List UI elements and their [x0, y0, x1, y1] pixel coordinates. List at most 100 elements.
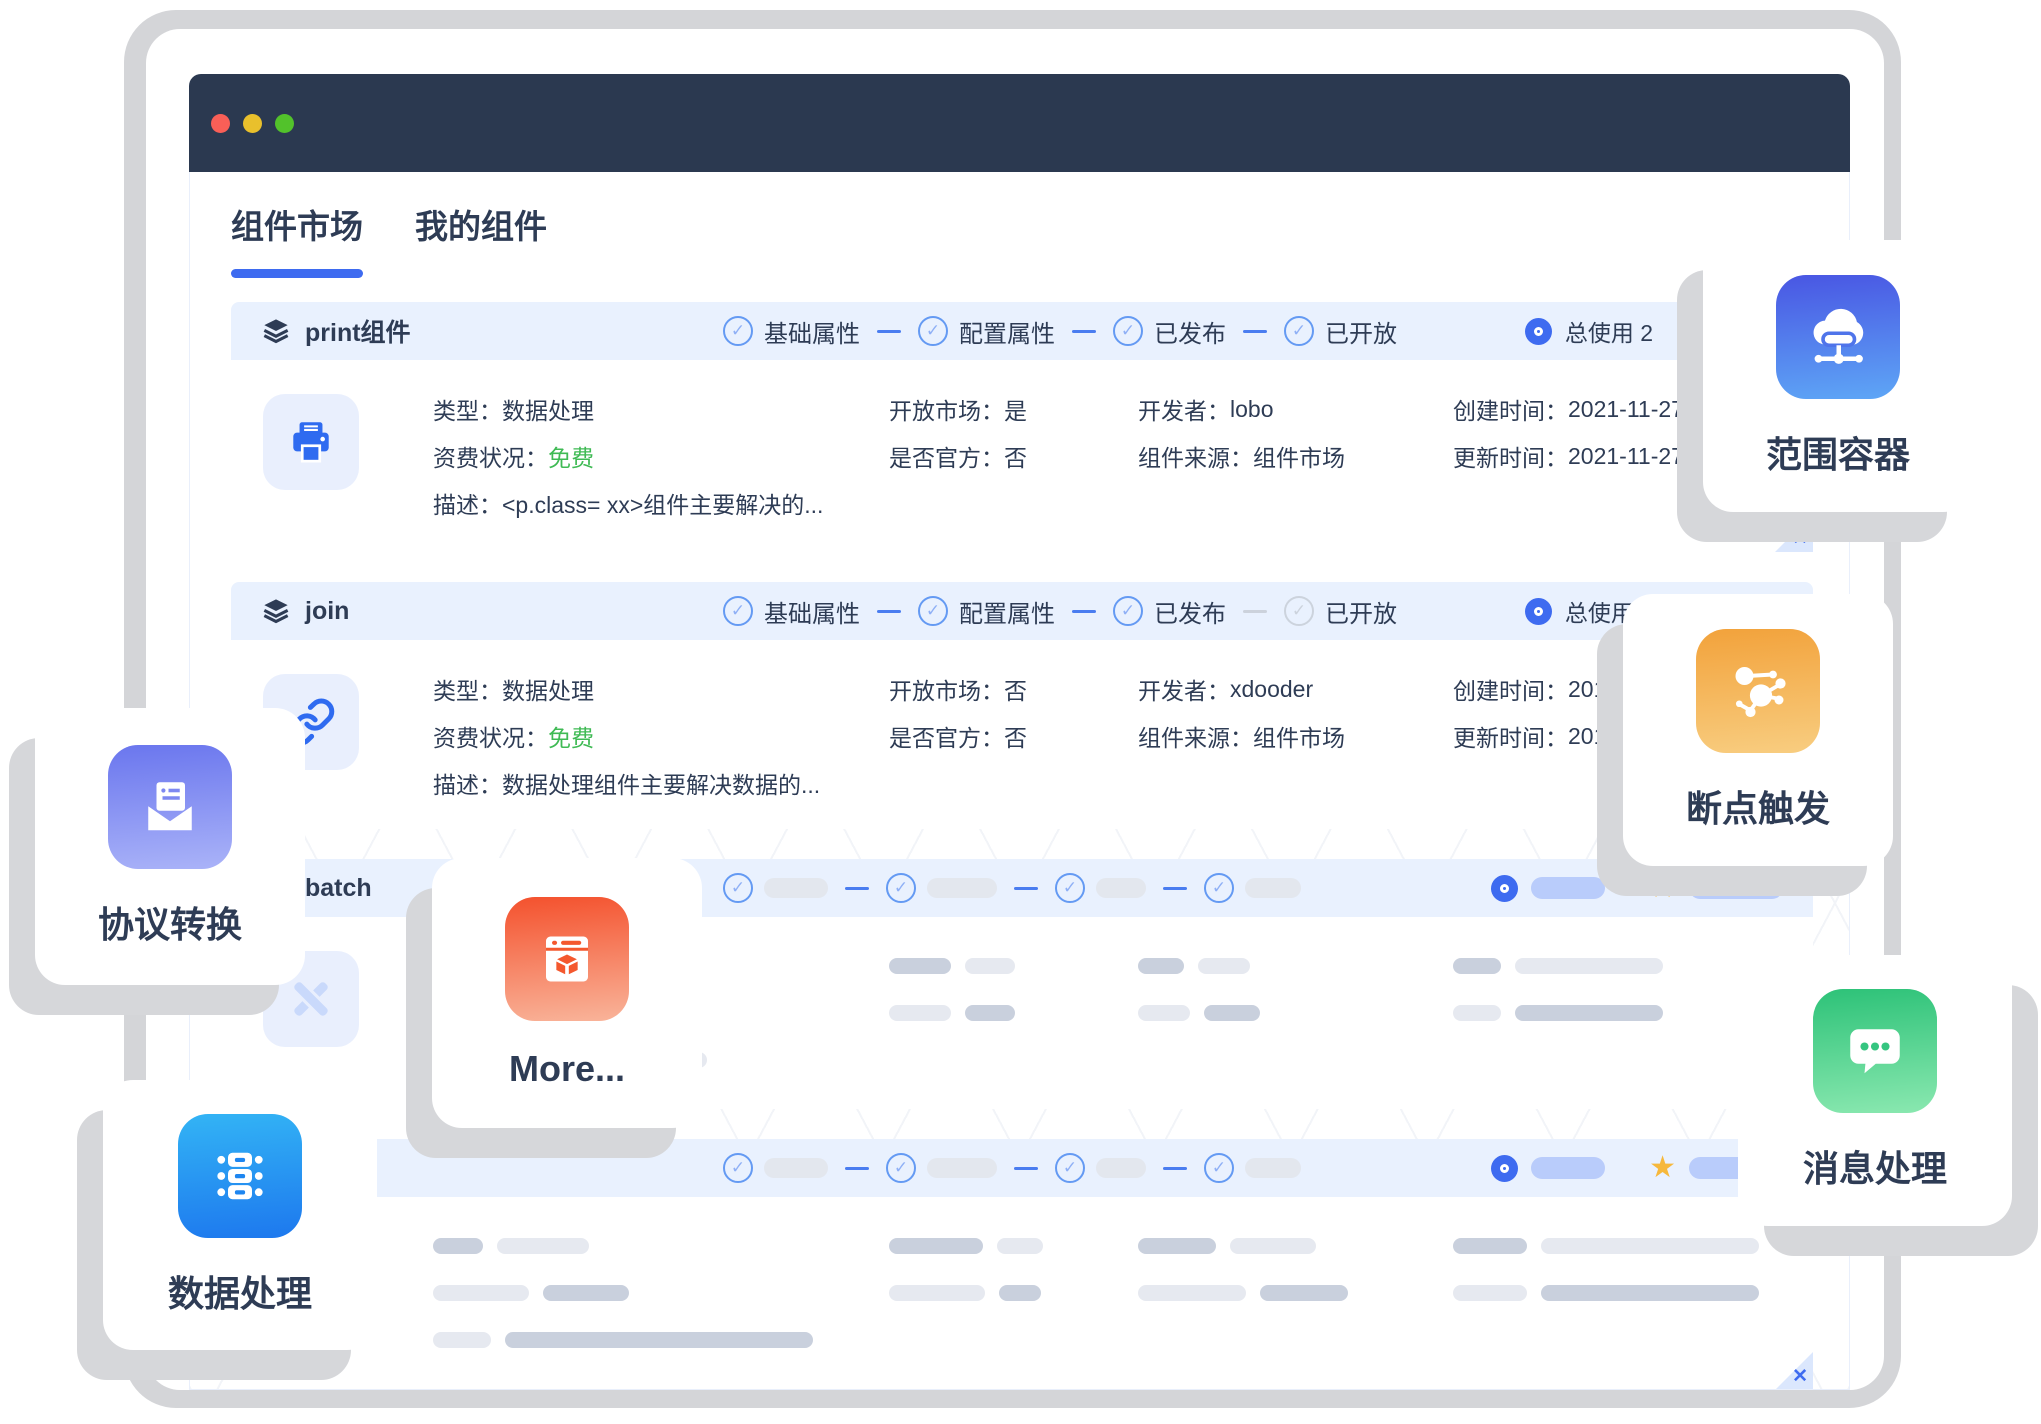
step-basic: ✓基础属性	[723, 314, 860, 349]
field-type: 类型：数据处理	[433, 674, 889, 704]
status-steps: ✓基础属性 ✓配置属性 ✓已发布 ✓已开放	[723, 594, 1397, 629]
check-circle-icon: ✓	[1204, 1153, 1234, 1183]
check-circle-icon: ✓	[1055, 1153, 1085, 1183]
step-connector	[1243, 610, 1267, 613]
step-connector	[877, 330, 901, 333]
placeholder-row	[1138, 998, 1453, 1028]
component-card-placeholder[interactable]: ✓ ✓ ✓ ✓ ★	[231, 1139, 1813, 1390]
star-icon: ★	[1649, 1153, 1676, 1183]
step-connector	[1014, 887, 1038, 890]
component-name: batch	[305, 874, 372, 903]
placeholder-row	[433, 1278, 889, 1308]
status-steps: ✓ ✓ ✓ ✓	[723, 873, 1301, 903]
feature-label: More...	[509, 1048, 625, 1090]
maximize-window-button[interactable]	[275, 114, 294, 133]
step-basic: ✓基础属性	[723, 594, 860, 629]
card-header: print组件 ✓基础属性 ✓配置属性 ✓已发布 ✓已开放 总使用 2 ★ 总评	[231, 302, 1813, 360]
close-icon[interactable]: ✕	[1792, 1365, 1808, 1388]
feature-card-more[interactable]: More...	[432, 858, 702, 1128]
minimize-window-button[interactable]	[243, 114, 262, 133]
star-icon: ★	[1649, 873, 1676, 903]
chat-bubble-icon	[1813, 989, 1937, 1113]
design-tools-icon	[285, 973, 337, 1025]
step-connector	[1072, 610, 1096, 613]
field-official: 是否官方：否	[889, 721, 1138, 751]
check-circle-icon: ✓	[886, 873, 916, 903]
field-columns	[433, 1231, 1813, 1355]
data-server-icon	[178, 1114, 302, 1238]
feature-label: 消息处理	[1803, 1140, 1947, 1192]
step-placeholder: ✓	[1204, 1153, 1301, 1183]
component-card-join[interactable]: join ✓基础属性 ✓配置属性 ✓已发布 ✓已开放 总使用 6 ★ 总评	[231, 582, 1813, 829]
card-header: ✓ ✓ ✓ ✓ ★	[231, 1139, 1813, 1197]
step-placeholder: ✓	[886, 873, 997, 903]
check-circle-icon: ✓	[723, 316, 753, 346]
step-placeholder: ✓	[723, 1153, 828, 1183]
step-connector	[1163, 887, 1187, 890]
step-connector	[1163, 1167, 1187, 1170]
step-config: ✓配置属性	[918, 314, 1055, 349]
feature-card-data-processing[interactable]: 数据处理	[103, 1080, 377, 1350]
status-steps: ✓ ✓ ✓ ✓	[723, 1153, 1301, 1183]
step-placeholder: ✓	[1204, 873, 1301, 903]
check-circle-icon: ✓	[723, 1153, 753, 1183]
placeholder-row	[433, 1325, 889, 1355]
field-developer: 开发者：xdooder	[1138, 674, 1453, 704]
rating: ★	[1649, 873, 1783, 903]
step-placeholder: ✓	[1055, 1153, 1146, 1183]
placeholder-pill	[1096, 1158, 1146, 1178]
step-placeholder: ✓	[723, 873, 828, 903]
window-titlebar	[189, 74, 1850, 172]
placeholder-row	[1453, 1231, 1759, 1261]
layers-icon	[261, 597, 291, 625]
feature-label: 范围容器	[1766, 426, 1910, 478]
printer-icon	[286, 417, 336, 467]
field-type: 类型：数据处理	[433, 394, 889, 424]
check-circle-icon: ✓	[1204, 873, 1234, 903]
placeholder-pill	[1531, 1157, 1605, 1179]
placeholder-pill	[927, 878, 997, 898]
step-open: ✓已开放	[1284, 314, 1397, 349]
card-meta: ★	[1491, 873, 1783, 903]
tab-my-components[interactable]: 我的组件	[415, 200, 547, 278]
component-icon-tile	[263, 394, 359, 490]
component-name: print组件	[305, 313, 411, 349]
eye-icon	[1491, 875, 1518, 902]
placeholder-pill	[1245, 1158, 1301, 1178]
step-open: ✓已开放	[1284, 594, 1397, 629]
field-developer: 开发者：lobo	[1138, 394, 1453, 424]
feature-card-protocol-conversion[interactable]: 协议转换	[35, 708, 305, 985]
step-placeholder: ✓	[886, 1153, 997, 1183]
feature-card-message-processing[interactable]: 消息处理	[1738, 955, 2012, 1226]
placeholder-pill	[927, 1158, 997, 1178]
check-circle-icon: ✓	[1113, 316, 1143, 346]
card-header: join ✓基础属性 ✓配置属性 ✓已发布 ✓已开放 总使用 6 ★ 总评	[231, 582, 1813, 640]
step-published: ✓已发布	[1113, 314, 1226, 349]
field-source: 组件来源：组件市场	[1138, 721, 1453, 751]
close-icon[interactable]: ✕	[1792, 527, 1808, 550]
field-updated: 更新时间：2021-11-27 11:2	[1453, 441, 1733, 471]
step-connector	[1014, 1167, 1038, 1170]
tab-component-market[interactable]: 组件市场	[231, 200, 363, 278]
field-official: 是否官方：否	[889, 441, 1138, 471]
card-body: 类型：数据处理 资费状况：免费 描述：<p.class= xx>组件主要解决的.…	[231, 360, 1813, 518]
placeholder-row	[1138, 951, 1453, 981]
feature-card-breakpoint-trigger[interactable]: 断点触发	[1623, 594, 1893, 866]
usage-count: 总使用 2	[1525, 314, 1653, 348]
check-circle-icon: ✓	[918, 316, 948, 346]
check-circle-icon: ✓	[723, 596, 753, 626]
placeholder-row	[1138, 1278, 1453, 1308]
app-content: 组件市场 我的组件 print组件 ✓基础属性 ✓配置属性 ✓已发布 ✓已开放	[189, 172, 1850, 1390]
eye-icon	[1525, 598, 1552, 625]
field-updated: 更新时间：2019-1	[1453, 721, 1640, 751]
component-card-print[interactable]: print组件 ✓基础属性 ✓配置属性 ✓已发布 ✓已开放 总使用 2 ★ 总评	[231, 302, 1813, 552]
close-window-button[interactable]	[211, 114, 230, 133]
step-connector	[1072, 330, 1096, 333]
step-config: ✓配置属性	[918, 594, 1055, 629]
feature-card-scope-container[interactable]: 范围容器	[1703, 240, 1973, 512]
placeholder-row	[1453, 1278, 1759, 1308]
field-desc: 描述：数据处理组件主要解决数据的...	[433, 768, 889, 798]
tab-bar: 组件市场 我的组件	[231, 200, 547, 278]
field-columns: 类型：数据处理 资费状况：免费 描述：<p.class= xx>组件主要解决的.…	[433, 394, 1813, 518]
placeholder-pill	[1689, 877, 1783, 899]
